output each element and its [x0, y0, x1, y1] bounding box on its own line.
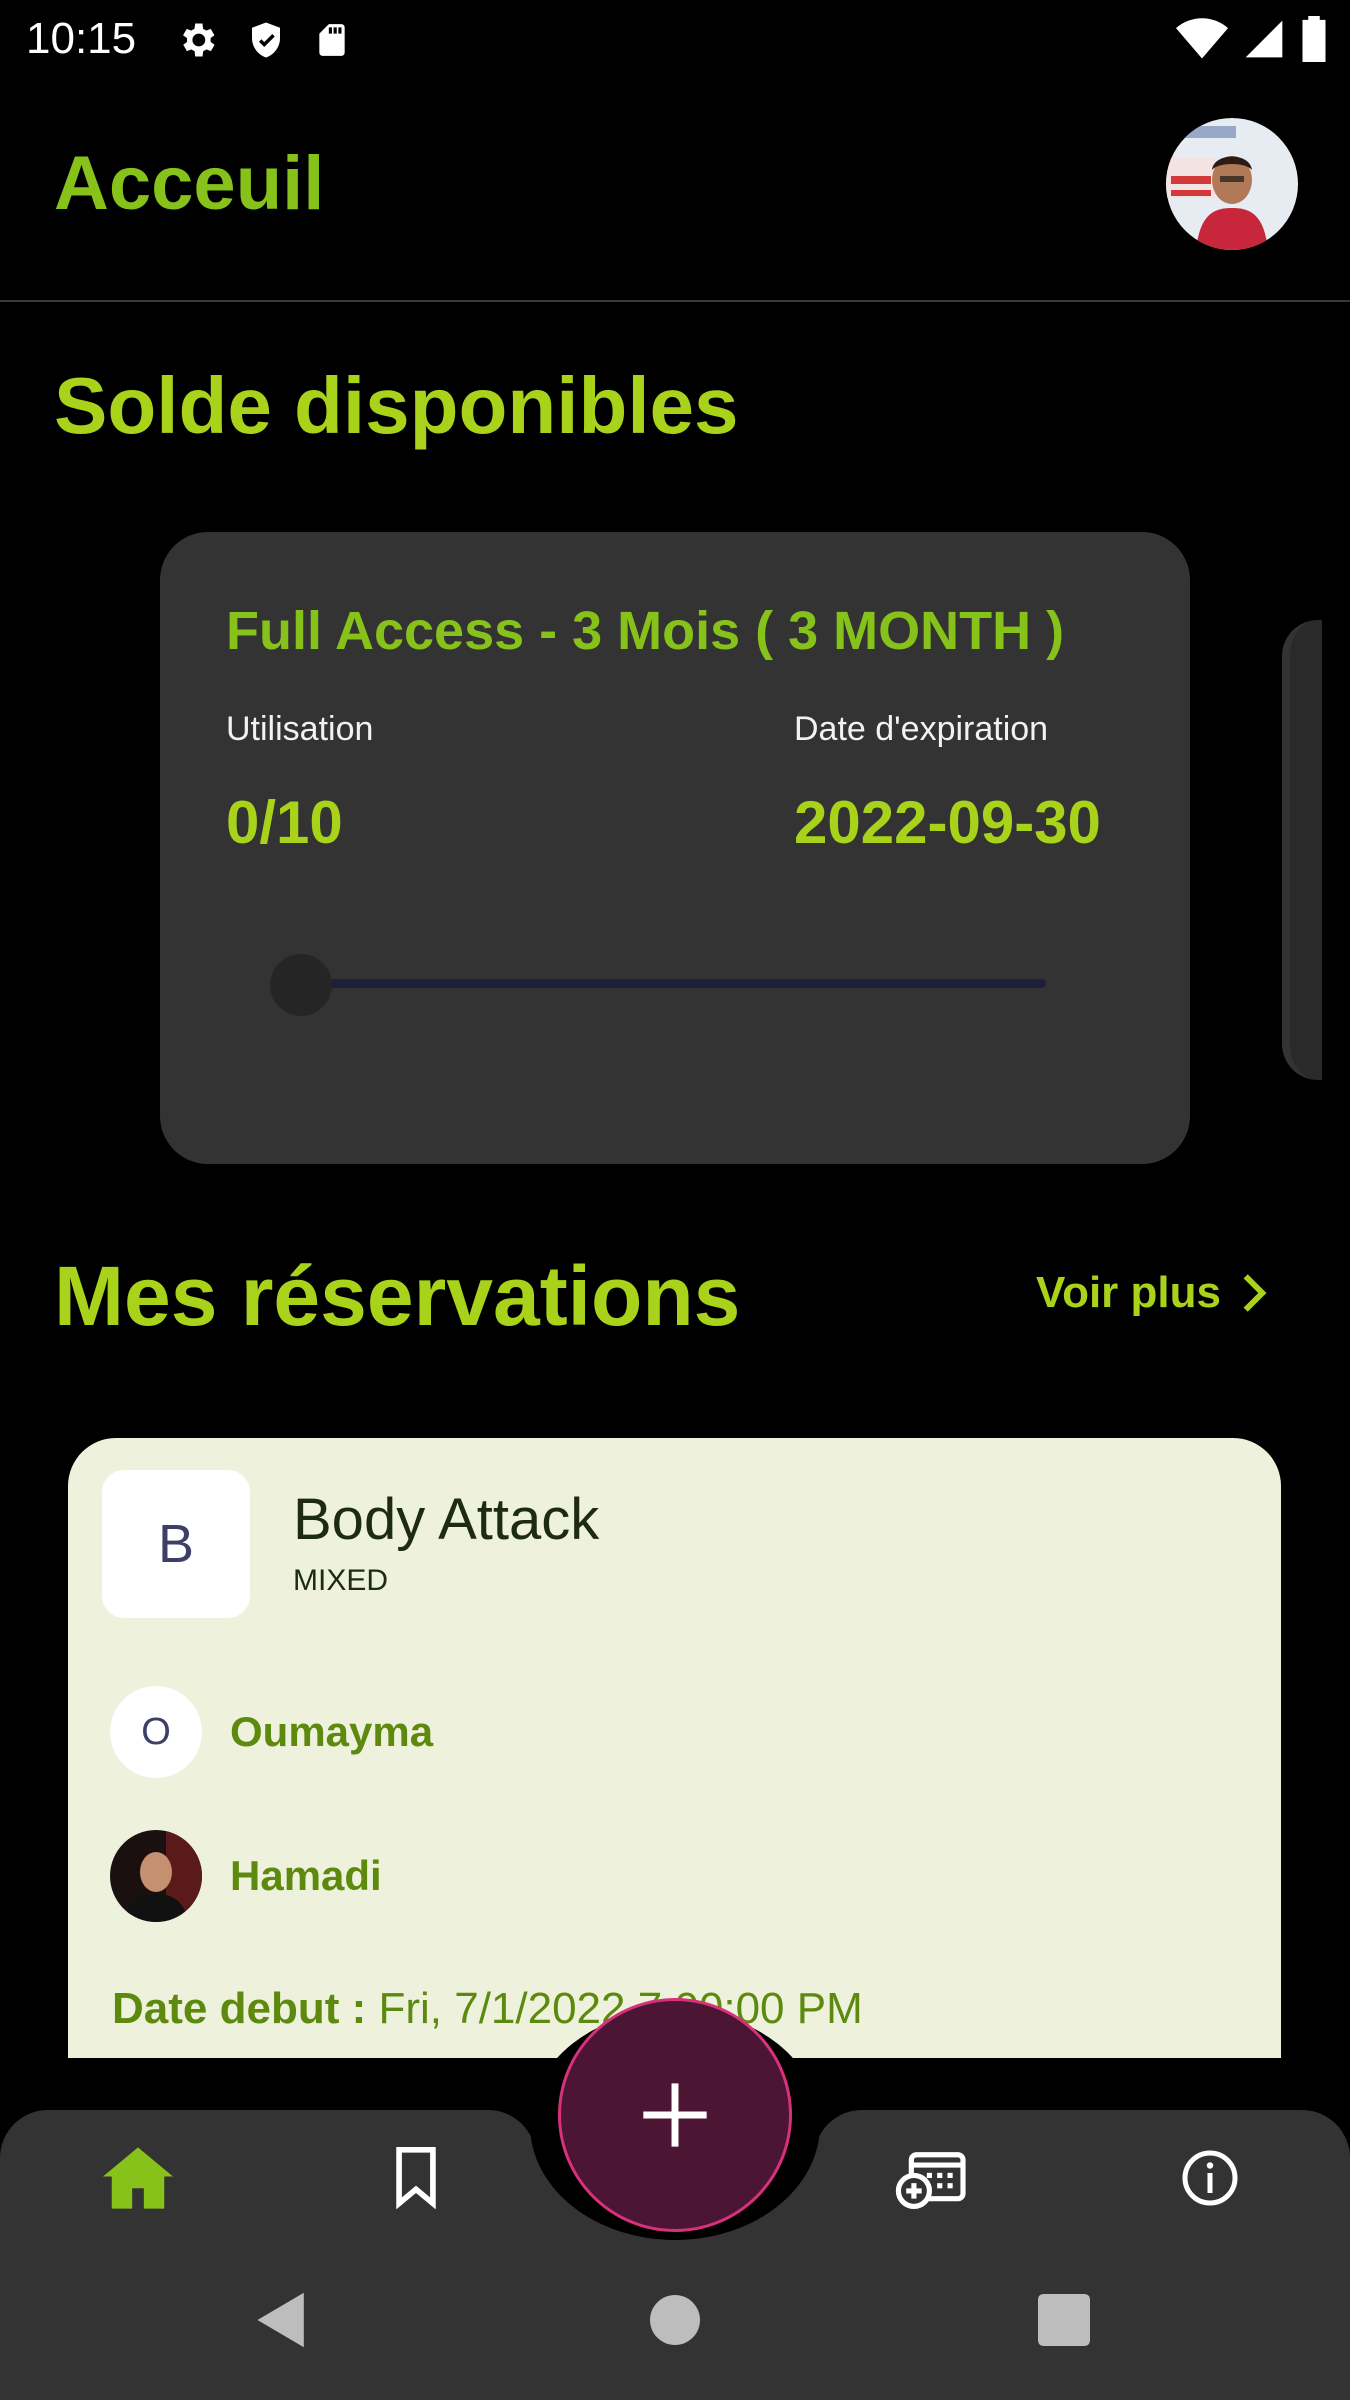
coach-name: Oumayma: [230, 1708, 434, 1755]
usage-slider-track: [302, 979, 1046, 988]
solde-section-title: Solde disponibles: [54, 361, 739, 450]
nav-home[interactable]: [98, 2140, 178, 2216]
cell-signal-icon: [1245, 20, 1283, 58]
subscription-name: Full Access - 3 Mois ( 3 MONTH ): [226, 601, 1065, 661]
reservation-card[interactable]: B Body Attack MIXED O Oumayma Hamadi Dat…: [68, 1438, 1281, 2058]
nav-calendar-add[interactable]: [892, 2140, 972, 2216]
add-fab[interactable]: [558, 1998, 792, 2232]
usage-value: 0/10: [226, 789, 343, 856]
app-bar: Acceuil: [0, 80, 1350, 302]
reservations-section-title: Mes réservations: [54, 1249, 741, 1343]
nav-bookmarks[interactable]: [376, 2140, 456, 2216]
back-icon[interactable]: [254, 2290, 310, 2350]
nav-info[interactable]: [1170, 2140, 1250, 2216]
subscription-card[interactable]: Full Access - 3 Mois ( 3 MONTH ) Utilisa…: [160, 532, 1190, 1164]
chevron-right-icon: [1243, 1274, 1267, 1312]
member-name: Hamadi: [230, 1852, 382, 1899]
home-icon: [103, 2147, 173, 2209]
battery-icon: [1302, 16, 1326, 62]
system-nav-bar: [0, 2240, 1350, 2400]
start-date-label: Date debut :: [112, 1984, 367, 2033]
class-type: MIXED: [293, 1564, 389, 1597]
bookmark-icon: [396, 2147, 436, 2209]
shield-icon: [252, 22, 280, 58]
usage-slider-thumb[interactable]: [270, 954, 332, 1016]
settings-icon: [183, 23, 215, 57]
info-icon: [1182, 2150, 1238, 2206]
expiration-label: Date d'expiration: [794, 710, 1049, 748]
expiration-value: 2022-09-30: [794, 789, 1101, 856]
next-subscription-card-peek[interactable]: [1282, 620, 1322, 1080]
class-name: Body Attack: [293, 1487, 600, 1552]
usage-label: Utilisation: [226, 710, 374, 748]
page-title: Acceuil: [54, 141, 325, 226]
wifi-icon: [1176, 18, 1228, 59]
class-initial-box: B: [102, 1470, 250, 1618]
member-avatar: [110, 1830, 202, 1922]
coach-avatar: O: [110, 1686, 202, 1778]
plus-icon: [643, 2083, 707, 2147]
status-time: 10:15: [26, 14, 137, 63]
voir-plus-link[interactable]: Voir plus: [1036, 1268, 1269, 1318]
voir-plus-label: Voir plus: [1036, 1268, 1221, 1317]
sd-card-icon: [319, 24, 345, 56]
calendar-add-icon: [895, 2152, 966, 2209]
recents-icon[interactable]: [1038, 2290, 1090, 2350]
status-bar: 10:15: [0, 0, 1350, 80]
home-button-icon[interactable]: [650, 2290, 700, 2350]
avatar[interactable]: [1166, 118, 1298, 250]
